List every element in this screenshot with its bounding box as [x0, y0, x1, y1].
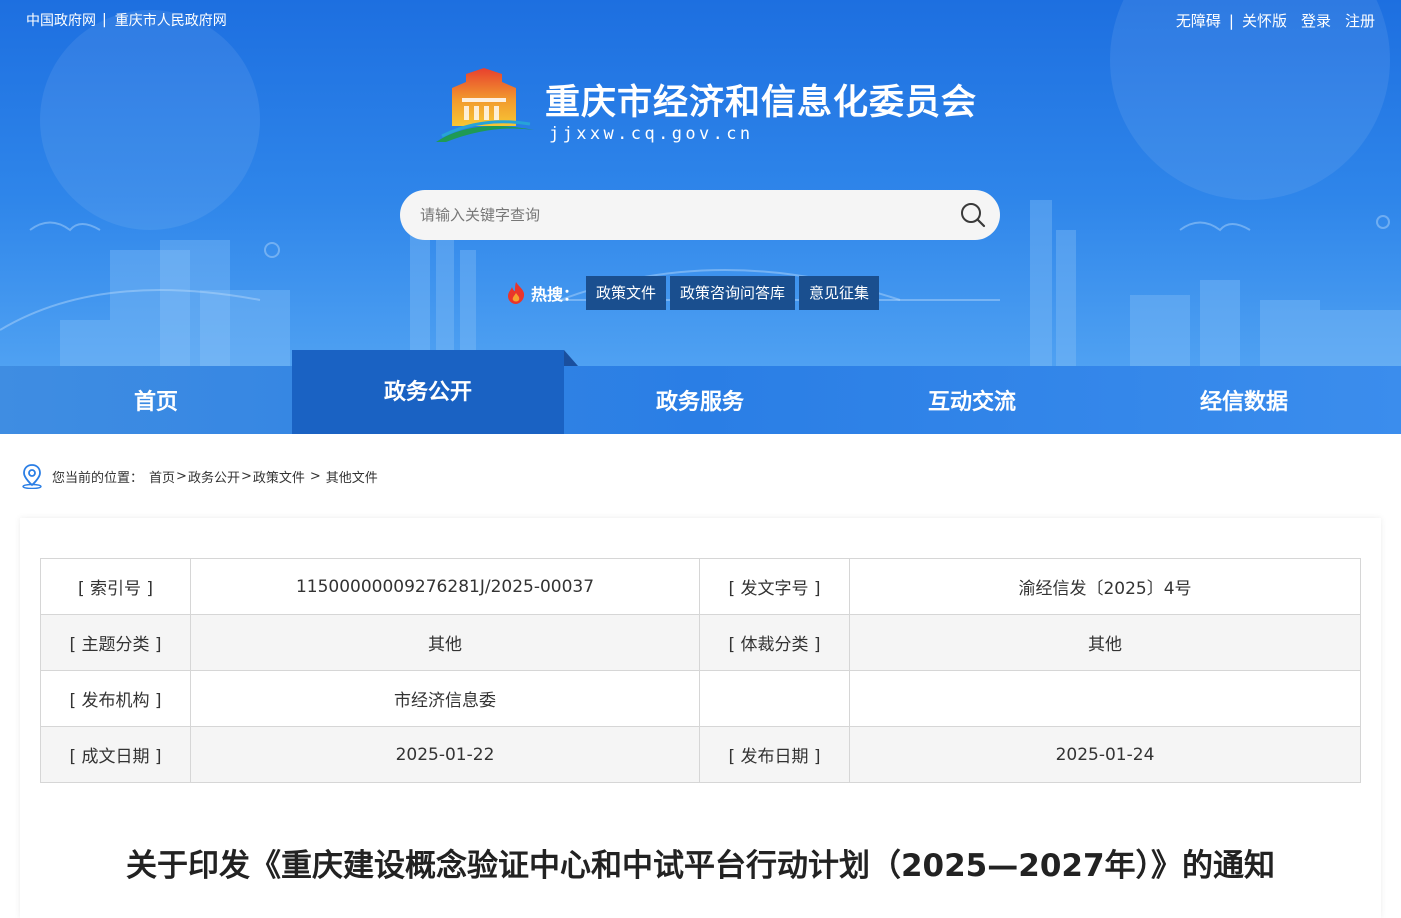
- nav-gov-services[interactable]: 政务服务: [564, 366, 836, 434]
- site-title: 重庆市经济和信息化委员会: [545, 83, 978, 123]
- meta-value-topic: 其他: [190, 614, 700, 671]
- meta-label-issuer: [ 发布机构 ]: [40, 670, 191, 727]
- meta-empty-cell: [849, 670, 1361, 727]
- table-row: [ 发布机构 ] 市经济信息委: [40, 670, 1361, 727]
- breadcrumb-separator: >: [176, 468, 187, 484]
- location-pin-icon: [22, 464, 42, 489]
- meta-empty-cell: [699, 670, 850, 727]
- hot-search-bar: 热搜： 政策文件 政策咨询问答库 意见征集: [505, 276, 883, 310]
- meta-label-index: [ 索引号 ]: [40, 558, 191, 615]
- breadcrumb-policy-docs[interactable]: 政策文件: [253, 467, 305, 486]
- city-skyline-illustration: [0, 0, 1401, 366]
- topbar-separator: |: [1228, 11, 1234, 30]
- topbar-right-links: 无障碍 | 关怀版 登录 注册: [1176, 10, 1375, 31]
- nav-active-label[interactable]: 政务公开: [292, 374, 564, 406]
- search-icon: [961, 203, 986, 228]
- breadcrumb: 您当前的位置： 首页 > 政务公开 > 政策文件 > 其他文件: [20, 462, 378, 490]
- fire-icon: [508, 282, 525, 304]
- site-domain: jjxxw.cq.gov.cn: [549, 124, 754, 144]
- topbar-separator: |: [102, 12, 107, 28]
- breadcrumb-home[interactable]: 首页: [149, 467, 175, 486]
- meta-label-created: [ 成文日期 ]: [40, 726, 191, 783]
- breadcrumb-separator: >: [240, 468, 252, 484]
- table-row: [ 成文日期 ] 2025-01-22 [ 发布日期 ] 2025-01-24: [40, 726, 1361, 783]
- meta-label-genre: [ 体裁分类 ]: [699, 614, 850, 671]
- hot-tag-policy-docs[interactable]: 政策文件: [586, 276, 667, 310]
- meta-value-created: 2025-01-22: [190, 726, 700, 783]
- search-bar: [400, 190, 1000, 240]
- table-row: [ 索引号 ] 11500000009276281J/2025-00037 [ …: [40, 558, 1361, 615]
- gov-building-logo-icon: [436, 68, 534, 142]
- meta-value-index: 11500000009276281J/2025-00037: [190, 558, 700, 615]
- gov-cn-link[interactable]: 中国政府网: [26, 10, 96, 30]
- breadcrumb-gov-open[interactable]: 政务公开: [188, 467, 240, 486]
- topbar-left-links: 中国政府网 | 重庆市人民政府网: [26, 10, 227, 30]
- search-input[interactable]: [420, 190, 940, 240]
- breadcrumb-separator: >: [309, 468, 321, 484]
- document-title: 关于印发《重庆建设概念验证中心和中试平台行动计划（2025—2027年）》的通知: [125, 848, 1276, 884]
- elder-mode-link[interactable]: 关怀版: [1242, 10, 1287, 31]
- register-link[interactable]: 注册: [1345, 10, 1375, 31]
- site-header: 中国政府网 | 重庆市人民政府网 无障碍 | 关怀版 登录 注册 重庆市经济和信…: [0, 0, 1401, 366]
- cq-gov-link[interactable]: 重庆市人民政府网: [115, 10, 227, 30]
- hot-tag-opinion-collection[interactable]: 意见征集: [799, 276, 880, 310]
- meta-value-genre: 其他: [849, 614, 1361, 671]
- meta-label-published: [ 发布日期 ]: [699, 726, 850, 783]
- meta-label-topic: [ 主题分类 ]: [40, 614, 191, 671]
- nav-home[interactable]: 首页: [20, 366, 292, 434]
- nav-data[interactable]: 经信数据: [1108, 366, 1380, 434]
- hot-tag-policy-qa[interactable]: 政策咨询问答库: [670, 276, 796, 310]
- accessibility-link[interactable]: 无障碍: [1176, 10, 1221, 31]
- table-row: [ 主题分类 ] 其他 [ 体裁分类 ] 其他: [40, 614, 1361, 671]
- meta-value-issuer: 市经济信息委: [190, 670, 700, 727]
- main-nav: 首页 政务服务 互动交流 经信数据: [0, 366, 1401, 434]
- login-link[interactable]: 登录: [1301, 10, 1331, 31]
- meta-label-docno: [ 发文字号 ]: [699, 558, 850, 615]
- breadcrumb-other-docs[interactable]: 其他文件: [326, 467, 378, 486]
- breadcrumb-label: 您当前的位置：: [52, 470, 144, 486]
- nav-active-tab-cap: [292, 350, 578, 368]
- hot-search-label: 热搜：: [531, 285, 580, 304]
- meta-value-published: 2025-01-24: [849, 726, 1361, 783]
- meta-value-docno: 渝经信发〔2025〕4号: [849, 558, 1361, 615]
- search-button[interactable]: [956, 198, 990, 232]
- nav-interaction[interactable]: 互动交流: [836, 366, 1108, 434]
- document-meta-table: [ 索引号 ] 11500000009276281J/2025-00037 [ …: [40, 558, 1361, 783]
